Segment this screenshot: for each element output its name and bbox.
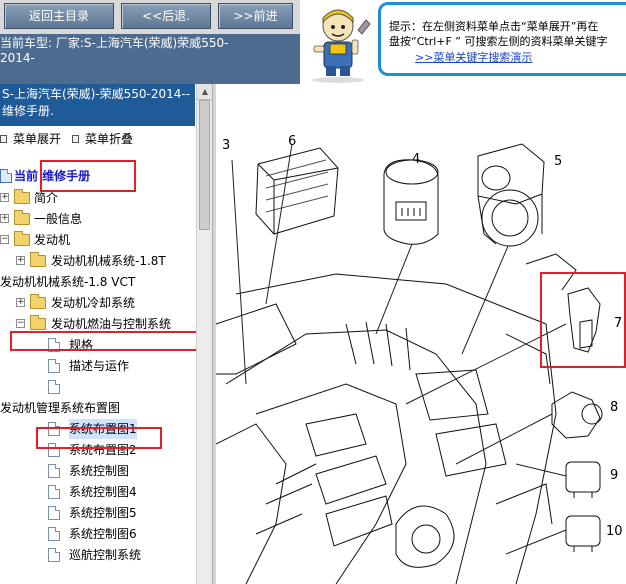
- document-icon: [48, 443, 60, 457]
- document-icon: [48, 380, 60, 394]
- header: 返回主目录 <<后退. >>前进 当前车型: 厂家:S-上海汽车(荣威)荣威55…: [0, 0, 626, 84]
- folder-icon: [14, 189, 30, 204]
- scroll-thumb[interactable]: [199, 100, 210, 230]
- search-demo-link[interactable]: >>菜单关键字搜索演示: [415, 49, 626, 65]
- tip-box: 提示：在左侧资料菜单点击“菜单展开”再在 盘按“Ctrl+F ” 可搜索左侧的资…: [378, 2, 626, 76]
- tree-item-label: 简介: [34, 191, 59, 205]
- document-icon: [48, 464, 60, 478]
- expand-toggle-icon[interactable]: +: [0, 193, 9, 202]
- tree-item-label: 发动机燃油与控制系统: [51, 317, 172, 331]
- callout-label: 9: [610, 468, 619, 483]
- highlight-box: [10, 331, 198, 351]
- document-icon: [48, 359, 60, 373]
- folder-open-icon: [14, 231, 30, 246]
- document-icon: [48, 422, 60, 436]
- document-icon: [48, 527, 60, 541]
- tree-scrollbar[interactable]: ▲: [196, 84, 212, 584]
- component-layout-diagram: 3 6 4 5 7 8 9 10: [216, 84, 626, 584]
- document-icon: [48, 338, 60, 352]
- tree-item-label: 发动机冷却系统: [51, 296, 136, 310]
- callout-label: 7: [614, 316, 623, 331]
- nav-strip: 返回主目录 <<后退. >>前进: [0, 0, 300, 34]
- collapse-toggle-icon[interactable]: −: [0, 235, 9, 244]
- current-vehicle-bar: 当前车型: 厂家:S-上海汽车(荣威)荣威550-2014-: [0, 34, 300, 84]
- menu-expand-button[interactable]: 菜单展开: [0, 131, 61, 147]
- tree-item-label: 描述与运作: [69, 359, 130, 373]
- tree-item-label: 规格: [69, 338, 94, 352]
- collapse-icon: [72, 135, 79, 143]
- tree-item-label: 系统控制图6: [69, 527, 137, 541]
- manual-title: S-上海汽车(荣威)-荣威550-2014-- 维修手册.: [0, 84, 195, 126]
- collapse-toggle-icon[interactable]: −: [16, 319, 25, 328]
- manual-tree-panel: S-上海汽车(荣威)-荣威550-2014-- 维修手册. 菜单展开 菜单折叠 …: [0, 84, 212, 584]
- tip-text: 提示：在左侧资料菜单点击“菜单展开”再在 盘按“Ctrl+F ” 可搜索左侧的资…: [389, 19, 626, 49]
- tree-item-label: 巡航控制系统: [69, 548, 142, 562]
- expand-icon: [0, 135, 7, 143]
- forward-button[interactable]: >>前进: [218, 3, 293, 29]
- document-icon: [48, 485, 60, 499]
- scroll-up-icon[interactable]: ▲: [197, 84, 212, 100]
- folder-icon: [14, 210, 30, 225]
- tree-item-label: 系统控制图4: [69, 485, 137, 499]
- mechanic-mascot-icon: [300, 0, 376, 84]
- callout-label: 6: [288, 134, 297, 149]
- menu-collapse-label: 菜单折叠: [85, 132, 134, 146]
- folder-icon: [30, 294, 46, 309]
- current-vehicle-text: 当前车型: 厂家:S-上海汽车(荣威)荣威550-2014-: [0, 36, 229, 65]
- tree-root-label: 当前 维修手册: [14, 169, 91, 183]
- tree-item-label: 发动机机械系统-1.8T: [51, 254, 166, 268]
- tree-item-label: 发动机管理系统布置图: [0, 401, 121, 415]
- tree-item-label: 发动机: [34, 233, 71, 247]
- engine-bay-drawing: [216, 143, 603, 584]
- menu-expand-label: 菜单展开: [13, 132, 62, 146]
- expand-toggle-icon[interactable]: +: [0, 214, 9, 223]
- folder-icon: [30, 252, 46, 267]
- tree-item-label: 系统控制图5: [69, 506, 137, 520]
- tree-item-label: 一般信息: [34, 212, 83, 226]
- tree-item-label: 系统布置图1: [69, 419, 137, 439]
- callout-label: 5: [554, 154, 563, 169]
- folder-open-icon: [30, 315, 46, 330]
- menu-toolbar: 菜单展开 菜单折叠: [0, 131, 195, 149]
- expand-toggle-icon[interactable]: +: [16, 256, 25, 265]
- callout-label: 8: [610, 400, 619, 415]
- tree-item-label: 系统控制图: [69, 464, 130, 478]
- tree-item-label: 发动机机械系统-1.8 VCT: [0, 275, 136, 289]
- document-icon: [48, 506, 60, 520]
- tip-line-1: 提示：在左侧资料菜单点击“菜单展开”再在: [389, 20, 599, 33]
- book-icon: [0, 169, 12, 183]
- expand-toggle-icon[interactable]: +: [16, 298, 25, 307]
- document-icon: [48, 548, 60, 562]
- menu-collapse-button[interactable]: 菜单折叠: [72, 131, 133, 147]
- back-button[interactable]: <<后退.: [121, 3, 211, 29]
- callout-label: 4: [412, 152, 421, 167]
- home-button[interactable]: 返回主目录: [4, 3, 114, 29]
- callout-label: 10: [606, 524, 623, 539]
- tree-item-label: 系统布置图2: [69, 443, 137, 457]
- callout-label: 3: [222, 138, 231, 153]
- tip-line-2: 盘按“Ctrl+F ” 可搜索左侧的资料菜单关键字: [389, 35, 608, 48]
